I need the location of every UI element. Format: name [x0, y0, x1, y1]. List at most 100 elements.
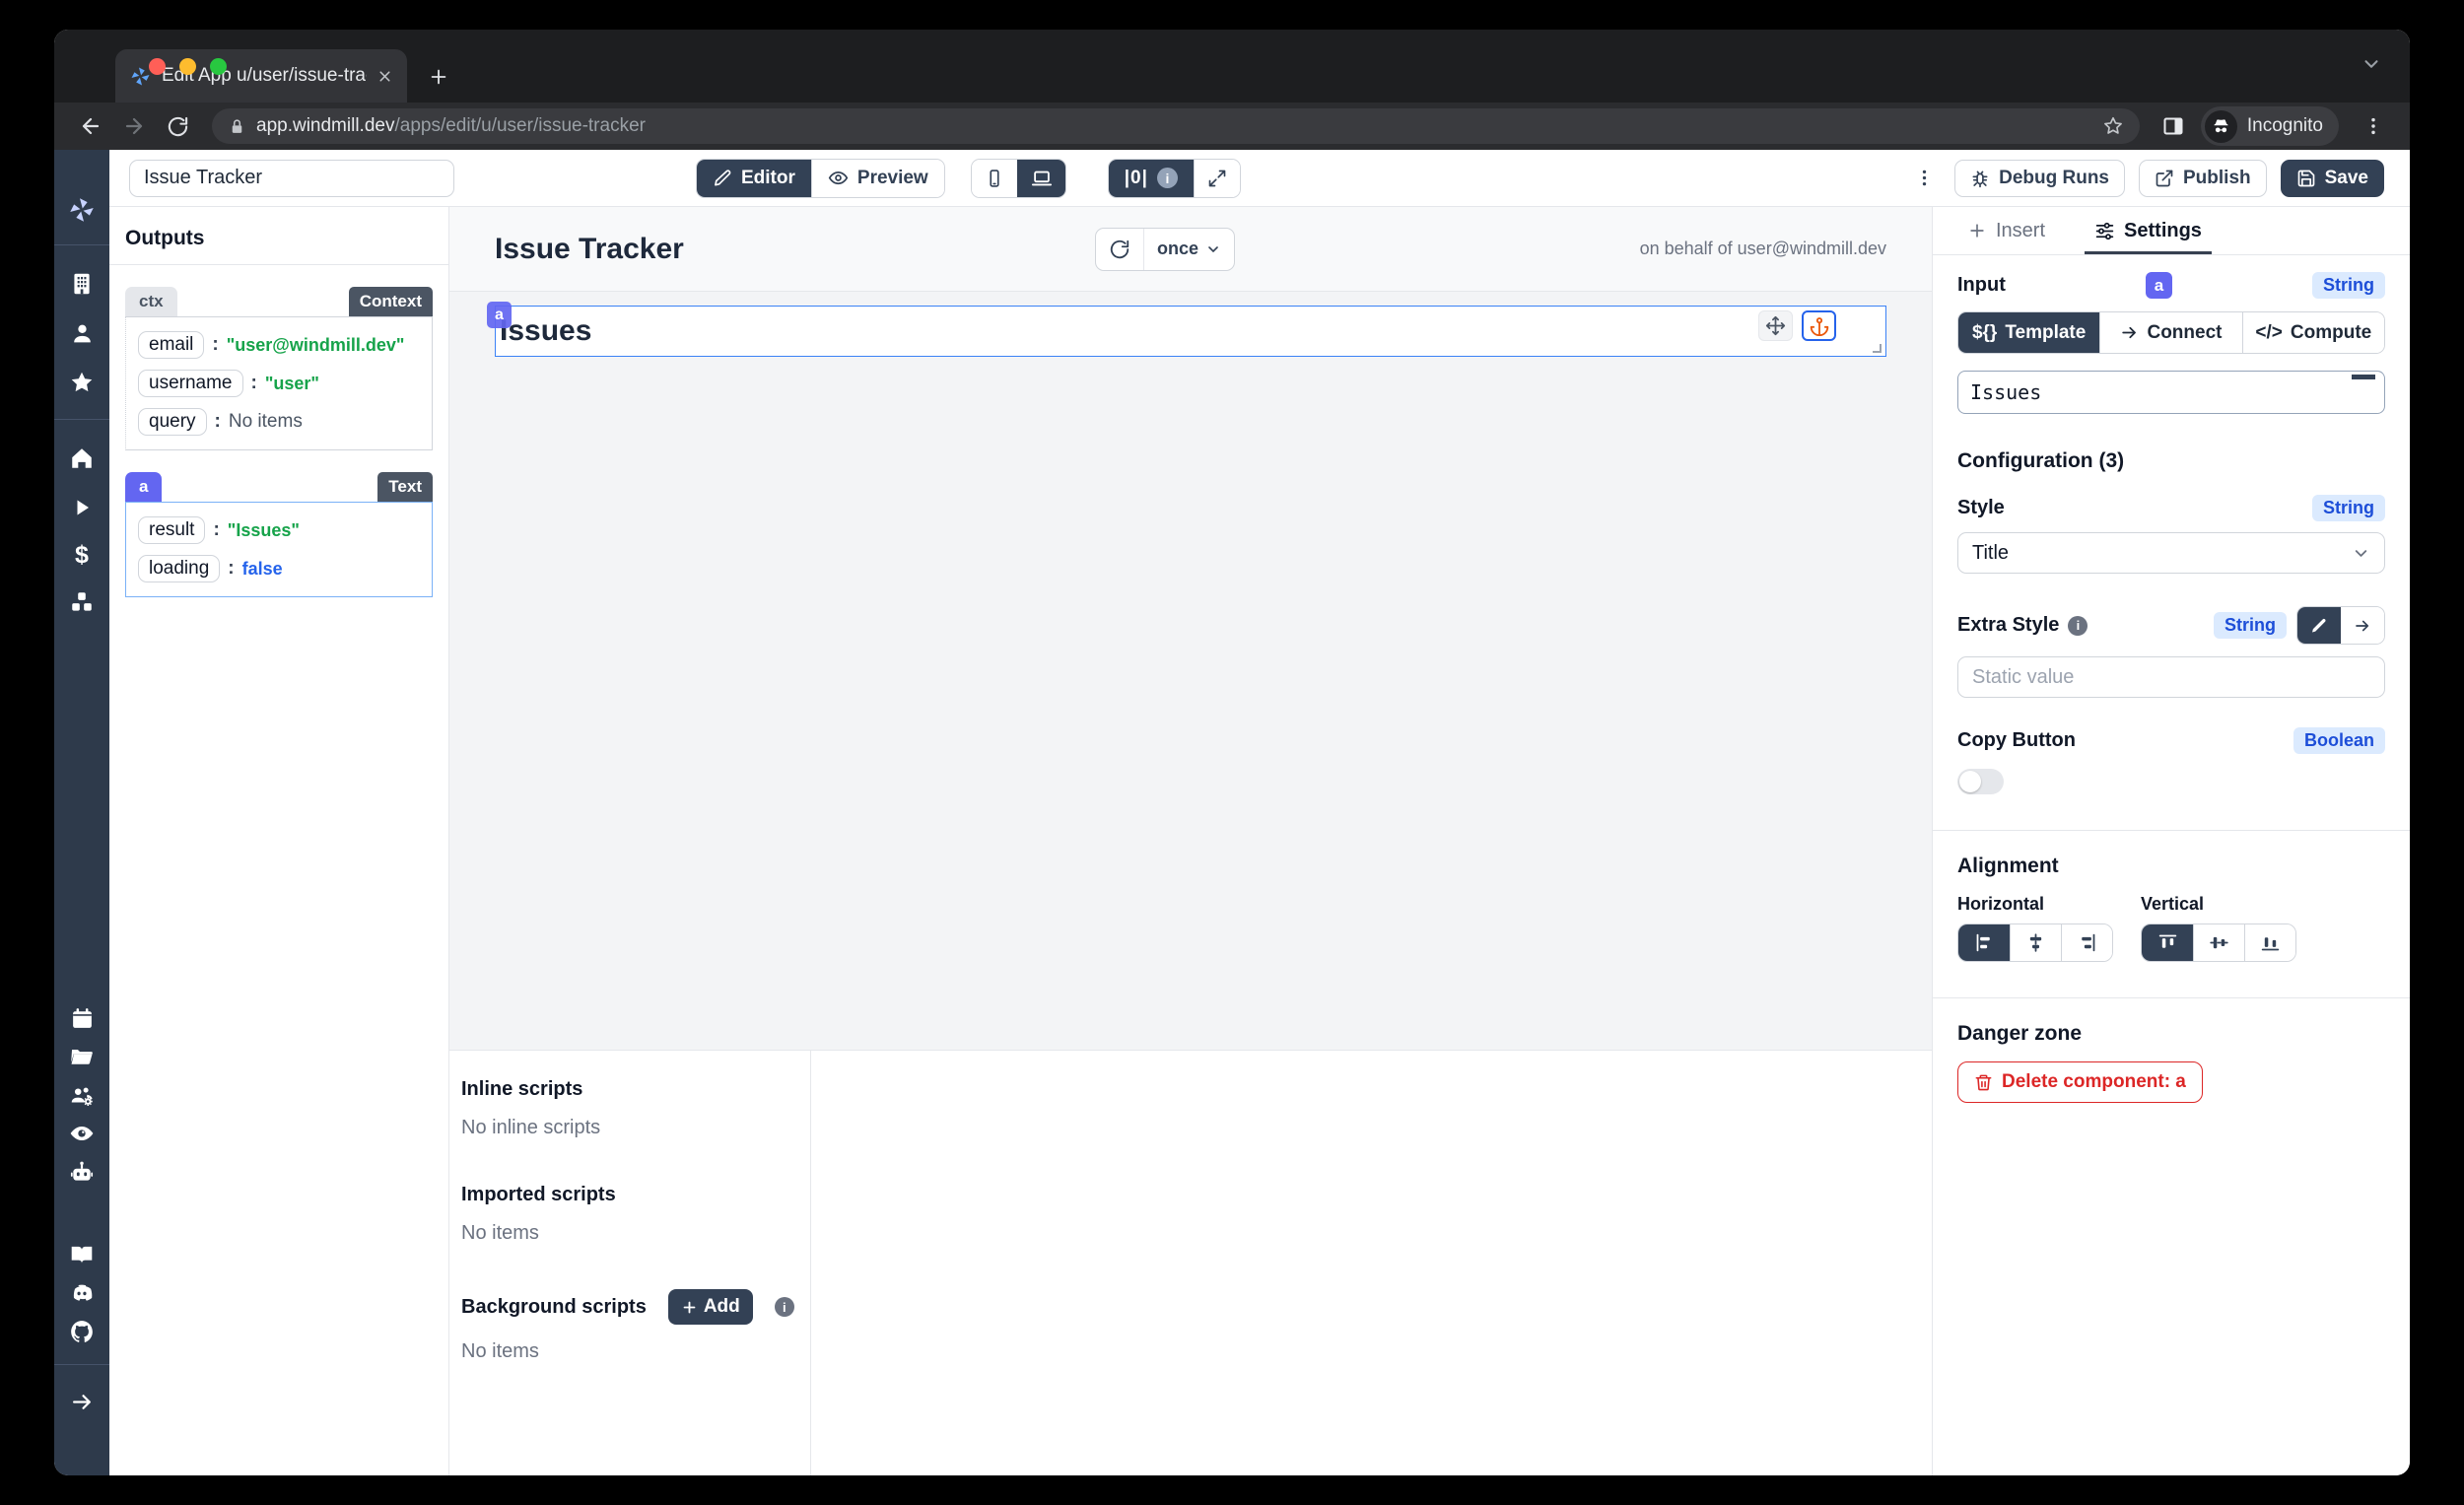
discord-icon[interactable] [69, 1280, 95, 1306]
save-button[interactable]: Save [2281, 160, 2384, 197]
bookmark-star-icon[interactable] [2102, 115, 2124, 137]
tab-search-chevron-icon[interactable] [2361, 53, 2382, 75]
zoom-window-button[interactable] [210, 58, 227, 75]
move-handle[interactable] [1758, 310, 1793, 341]
forward-icon[interactable] [115, 107, 153, 145]
template-icon: ${} [1972, 322, 1997, 344]
static-edit-button[interactable] [2297, 607, 2341, 644]
copy-button-toggle[interactable] [1957, 769, 2004, 794]
extra-style-input[interactable] [1957, 656, 2385, 698]
app-title: Issue Tracker [495, 233, 684, 266]
app-menu-kebab-icon[interactable] [1907, 160, 1941, 197]
connect-arrow-button[interactable] [2341, 607, 2384, 644]
tab-close-icon[interactable] [376, 68, 393, 85]
mode-template-tab[interactable]: ${} Template [1958, 312, 2099, 353]
editor-tab[interactable]: Editor [697, 160, 811, 197]
canvas-grid[interactable]: a Issues [449, 292, 1932, 1050]
ai-robot-icon[interactable] [69, 1159, 95, 1185]
reload-icon[interactable] [159, 107, 196, 145]
back-icon[interactable] [72, 107, 109, 145]
align-center-horizontal-button[interactable] [2010, 924, 2061, 961]
debug-runs-button[interactable]: Debug Runs [1954, 160, 2125, 197]
audit-eye-icon[interactable] [69, 1121, 95, 1146]
folders-icon[interactable] [69, 1044, 95, 1069]
home-icon[interactable] [69, 445, 95, 471]
ctx-tab[interactable]: ctx [125, 287, 177, 316]
collapse-arrow-icon[interactable] [69, 1389, 95, 1414]
copy-button-type-badge: Boolean [2293, 727, 2385, 754]
danger-zone-title: Danger zone [1957, 1022, 2385, 1046]
refresh-icon [1109, 239, 1130, 260]
schedules-calendar-icon[interactable] [69, 1005, 95, 1031]
scripts-detail-empty [811, 1051, 1932, 1475]
pencil-icon [2310, 617, 2328, 635]
url-bar[interactable]: app.windmill.dev/apps/edit/u/user/issue-… [212, 108, 2140, 144]
editor-preview-toggle: Editor Preview [696, 159, 945, 198]
align-right-button[interactable] [2061, 924, 2112, 961]
align-bottom-button[interactable] [2244, 924, 2295, 961]
resize-handle[interactable] [1873, 344, 1882, 353]
align-left-button[interactable] [1958, 924, 2010, 961]
align-top-button[interactable] [2142, 924, 2193, 961]
close-window-button[interactable] [149, 58, 166, 75]
output-row[interactable]: loading : false [138, 555, 420, 582]
minimize-window-button[interactable] [179, 58, 196, 75]
imported-scripts-title: Imported scripts [461, 1184, 800, 1206]
style-label: Style [1957, 497, 2005, 519]
groups-admin-icon[interactable] [69, 1082, 95, 1108]
tab-insert[interactable]: Insert [1957, 207, 2055, 254]
refresh-button[interactable] [1096, 229, 1143, 270]
component-text: Issues [500, 314, 591, 348]
recompute-frequency-dropdown[interactable]: once [1143, 229, 1234, 270]
docs-book-icon[interactable] [69, 1242, 95, 1267]
anchor-icon [1810, 316, 1829, 336]
template-code-editor[interactable]: Issues [1957, 371, 2385, 414]
style-select[interactable]: Title [1957, 532, 2385, 574]
chrome-menu-kebab-icon[interactable] [2355, 107, 2392, 145]
workspace-building-icon[interactable] [69, 271, 95, 297]
ctx-output-box: email : "user@windmill.dev" username : "… [125, 316, 433, 450]
mobile-view-button[interactable] [972, 160, 1017, 197]
component-a-tab[interactable]: a [125, 472, 162, 502]
output-row[interactable]: email : "user@windmill.dev" [138, 331, 420, 359]
app-name-input[interactable] [129, 160, 454, 197]
mode-compute-tab[interactable]: </> Compute [2242, 312, 2384, 353]
align-center-vertical-button[interactable] [2193, 924, 2244, 961]
variables-dollar-icon[interactable]: $ [69, 542, 95, 568]
code-icon: </> [2255, 322, 2282, 344]
input-section-label: Input [1957, 274, 2006, 297]
new-tab-button[interactable] [417, 55, 460, 99]
vertical-label: Vertical [2141, 894, 2296, 915]
copy-button-label: Copy Button [1957, 729, 2076, 752]
output-row[interactable]: result : "Issues" [138, 516, 420, 544]
arrow-right-icon [2120, 323, 2139, 342]
tab-settings[interactable]: Settings [2085, 207, 2212, 254]
plus-icon [681, 1299, 698, 1316]
github-icon[interactable] [69, 1319, 95, 1344]
editor-value: Issues [1970, 380, 2041, 404]
save-floppy-icon [2296, 169, 2316, 188]
resources-cubes-icon[interactable] [69, 589, 95, 615]
publish-button[interactable]: Publish [2139, 160, 2267, 197]
outputs-panel: Outputs ctx Context email : "user@windmi… [109, 207, 449, 1475]
diff-counter-button[interactable]: |0| i [1109, 160, 1194, 197]
add-background-script-button[interactable]: Add [668, 1289, 753, 1325]
user-icon[interactable] [69, 320, 95, 346]
component-a-output-box: result : "Issues" loading : false [125, 502, 433, 597]
fullscreen-button[interactable] [1194, 160, 1240, 197]
favorites-star-icon[interactable] [69, 370, 95, 395]
output-row[interactable]: query : No items [138, 408, 420, 436]
preview-tab[interactable]: Preview [811, 160, 944, 197]
text-component-a[interactable]: a Issues [495, 306, 1886, 357]
anchor-toggle[interactable] [1802, 310, 1836, 341]
runs-play-icon[interactable] [69, 495, 95, 520]
maximize-icon [1207, 169, 1227, 188]
text-type-badge: Text [377, 472, 433, 502]
desktop-view-button[interactable] [1017, 160, 1065, 197]
output-row[interactable]: username : "user" [138, 370, 420, 397]
delete-component-button[interactable]: Delete component: a [1957, 1061, 2203, 1103]
mode-connect-tab[interactable]: Connect [2099, 312, 2241, 353]
side-panel-icon[interactable] [2161, 114, 2185, 138]
alignment-title: Alignment [1957, 855, 2385, 878]
windmill-logo[interactable] [67, 195, 97, 225]
